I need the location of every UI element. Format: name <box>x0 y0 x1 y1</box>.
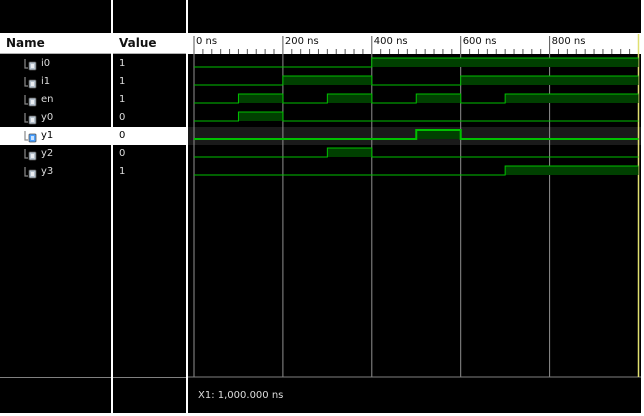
high-level-fill <box>505 94 639 103</box>
value-pane: Value 1 1 1 0 0 0 1 <box>113 0 186 413</box>
signal-row-y3[interactable]: y3 <box>0 163 111 181</box>
waveform-y3 <box>194 165 639 176</box>
high-level-fill <box>416 130 461 139</box>
signal-name: y1 <box>41 130 54 141</box>
signal-value: 0 <box>119 112 126 123</box>
tick-label: 600 ns <box>463 36 497 47</box>
signal-value-row-i1[interactable]: 1 <box>113 73 186 91</box>
value-column-header[interactable]: Value <box>113 33 186 54</box>
signal-value: 1 <box>119 58 126 69</box>
waveform-y0 <box>194 111 639 122</box>
signal-row-y0[interactable]: y0 <box>0 109 111 127</box>
signal-value-row-y0[interactable]: 0 <box>113 109 186 127</box>
signal-row-i1[interactable]: i1 <box>0 73 111 91</box>
signal-icon <box>24 148 37 161</box>
signal-name: en <box>41 94 54 105</box>
high-level-fill <box>416 94 461 103</box>
waveform-pane[interactable]: 0 ns 200 ns 400 ns 600 ns 800 ns X1: 1,000.0… <box>188 0 641 413</box>
signal-name: i0 <box>41 58 51 69</box>
high-level-fill <box>505 166 639 175</box>
signal-value: 1 <box>119 76 126 87</box>
cursor-readout: X1: 1,000.000 ns <box>198 390 284 401</box>
footer-divider <box>0 377 111 378</box>
signal-icon <box>24 76 37 89</box>
name-column-header[interactable]: Name <box>0 33 111 54</box>
signal-name: i1 <box>41 76 51 87</box>
waveform-en <box>194 93 639 104</box>
waveform-trace <box>194 147 639 158</box>
signal-value-row-en[interactable]: 1 <box>113 91 186 109</box>
signal-name: y3 <box>41 166 54 177</box>
name-pane: Name i0 i1 en y0 y1 y2 y3 <box>0 0 111 413</box>
value-toolbar-area <box>113 0 186 32</box>
signal-value-row-y3[interactable]: 1 <box>113 163 186 181</box>
signal-icon <box>24 58 37 71</box>
signal-value: 1 <box>119 166 126 177</box>
waveform-i0 <box>194 57 639 68</box>
signal-name: y2 <box>41 148 54 159</box>
high-level-fill <box>238 112 283 121</box>
signal-icon <box>24 166 37 179</box>
waveform-i1 <box>194 75 639 86</box>
high-level-fill <box>327 94 372 103</box>
tick-label: 400 ns <box>374 36 408 47</box>
selected-row-band <box>188 127 641 145</box>
high-level-fill <box>327 148 372 157</box>
waveform-canvas[interactable]: 0 ns 200 ns 400 ns 600 ns 800 ns <box>188 0 641 413</box>
tick-label: 800 ns <box>552 36 586 47</box>
signal-row-i0[interactable]: i0 <box>0 55 111 73</box>
signal-row-en[interactable]: en <box>0 91 111 109</box>
signal-value-row-y1[interactable]: 0 <box>113 127 186 145</box>
high-level-fill <box>371 58 639 67</box>
high-level-fill <box>238 94 283 103</box>
signal-value-row-y2[interactable]: 0 <box>113 145 186 163</box>
waveform-y2 <box>194 147 639 158</box>
signal-value: 0 <box>119 148 126 159</box>
signal-value-row-i0[interactable]: 1 <box>113 55 186 73</box>
high-level-fill <box>282 76 372 85</box>
tick-label: 200 ns <box>285 36 319 47</box>
tick-label: 0 ns <box>196 36 217 47</box>
signal-row-y2[interactable]: y2 <box>0 145 111 163</box>
signal-icon-selected <box>24 130 37 143</box>
signal-name: y0 <box>41 112 54 123</box>
name-toolbar-area <box>0 0 111 32</box>
high-level-fill <box>460 76 639 85</box>
signal-value: 1 <box>119 94 126 105</box>
signal-value: 0 <box>119 130 126 141</box>
signal-icon <box>24 112 37 125</box>
signal-icon <box>24 94 37 107</box>
signal-row-y1[interactable]: y1 <box>0 127 111 145</box>
footer-divider <box>113 377 186 378</box>
